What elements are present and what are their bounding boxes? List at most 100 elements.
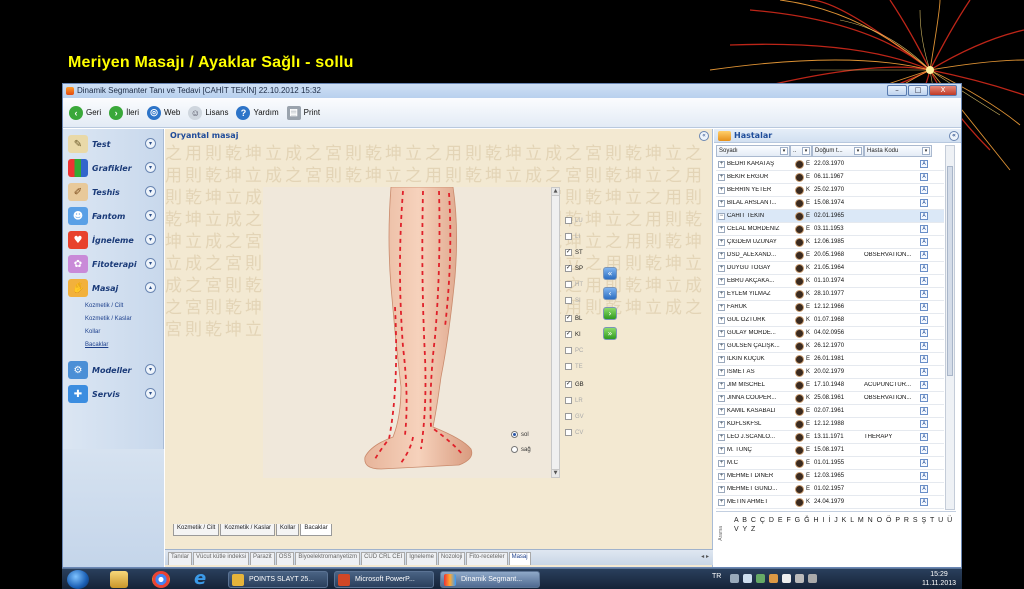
edit-row-icon[interactable]: A — [920, 394, 928, 402]
back-button[interactable]: ‹ Geri — [69, 105, 101, 120]
chevron-down-icon[interactable]: ▾ — [145, 388, 156, 399]
table-row[interactable]: + ÇİĞDEM UZUNAY K 12.06.1985 A — [716, 236, 944, 249]
table-row[interactable]: + JINNA COUPER... K 25.08.1961 OBSERVATION..… — [716, 392, 944, 405]
edit-row-icon[interactable]: A — [920, 212, 928, 220]
sidebar-item-modeller[interactable]: ⚙ Modeller ▾ — [65, 359, 162, 381]
antivirus-icon[interactable] — [743, 574, 752, 583]
minimize-button[interactable]: – — [887, 85, 907, 96]
side-option-sag[interactable]: sağ — [511, 446, 531, 453]
table-row[interactable]: + BERRİN YETER K 25.02.1970 A — [716, 184, 944, 197]
edit-row-icon[interactable]: A — [920, 160, 928, 168]
chevron-down-icon[interactable]: ▾ — [145, 162, 156, 173]
edit-row-icon[interactable]: A — [920, 173, 928, 181]
table-row[interactable]: + KDFLSKFSL E 12.12.1988 A — [716, 418, 944, 431]
flag-icon[interactable] — [782, 574, 791, 583]
table-row[interactable]: + FARUK E 12.12.1966 A — [716, 301, 944, 314]
forward-button[interactable]: › İleri — [109, 105, 139, 120]
table-row[interactable]: + MEHMET DİNER E 12.03.1965 A — [716, 470, 944, 483]
subtab-kollar[interactable]: Kollar — [276, 524, 300, 536]
subtab-bacaklar[interactable]: Bacaklar — [300, 524, 332, 536]
edit-row-icon[interactable]: A — [920, 472, 928, 480]
taskbar-button-points-slayt[interactable]: POINTS SLAYT 25... — [228, 571, 328, 588]
edit-row-icon[interactable]: A — [920, 264, 928, 272]
meridian-gb[interactable]: ✓ GB — [565, 381, 584, 388]
edit-row-icon[interactable]: A — [920, 303, 928, 311]
expand-row-icon[interactable]: + — [718, 173, 725, 181]
expand-row-icon[interactable]: + — [718, 446, 725, 454]
next-step-button[interactable]: › — [603, 307, 617, 320]
tab-scroll-arrows[interactable]: ◂ ▸ — [701, 553, 709, 560]
edit-row-icon[interactable]: A — [920, 199, 928, 207]
column-birthdate[interactable]: Doğum t... ▾ — [812, 145, 864, 157]
chevron-up-icon[interactable]: ▴ — [145, 282, 156, 293]
edit-row-icon[interactable]: A — [920, 342, 928, 350]
expand-row-icon[interactable]: + — [718, 498, 725, 506]
filter-dropdown-icon[interactable]: ▾ — [780, 147, 788, 155]
taskbar-button-dinamik-segmant[interactable]: Dinamik Segmant... — [440, 571, 540, 588]
expand-row-icon[interactable]: + — [718, 368, 725, 376]
expand-row-icon[interactable]: + — [718, 199, 725, 207]
chevron-down-icon[interactable]: ▾ — [145, 210, 156, 221]
meridian-ht[interactable]: HT — [565, 281, 583, 288]
tab-tanilar[interactable]: Tanılar — [168, 552, 193, 565]
help-button[interactable]: ? Yardım — [236, 105, 279, 120]
expand-row-icon[interactable]: + — [718, 290, 725, 298]
checkbox[interactable] — [565, 281, 572, 288]
edit-row-icon[interactable]: A — [920, 238, 928, 246]
checkbox[interactable] — [565, 429, 572, 436]
table-row[interactable]: + MEHMET GÜND... E 01.02.1957 A — [716, 483, 944, 496]
internet-explorer-icon[interactable]: e — [194, 570, 212, 588]
table-row[interactable]: + M. TUNÇ E 15.08.1971 A — [716, 444, 944, 457]
meridian-pc[interactable]: PC — [565, 347, 583, 354]
expand-row-icon[interactable]: + — [718, 394, 725, 402]
sidebar-item-masaj[interactable]: ✋ Masaj ▴ — [65, 277, 162, 299]
print-button[interactable]: ▤ Print — [286, 105, 320, 120]
tab-vucut-kutle-indeksi[interactable]: Vücut kütle indeksi — [193, 552, 250, 565]
tab-cud-crl-cei[interactable]: CUD CRL CEI — [361, 552, 406, 565]
expand-row-icon[interactable]: + — [718, 420, 725, 428]
edit-row-icon[interactable]: A — [920, 290, 928, 298]
chrome-icon[interactable] — [152, 571, 170, 588]
meridian-st[interactable]: ✓ ST — [565, 249, 583, 256]
meridian-si[interactable]: SI — [565, 297, 581, 304]
checkbox-checked[interactable]: ✓ — [565, 315, 572, 322]
expand-row-icon[interactable]: + — [718, 277, 725, 285]
display-icon[interactable] — [808, 574, 817, 583]
expand-row-icon[interactable]: + — [718, 342, 725, 350]
checkbox[interactable] — [565, 347, 572, 354]
table-row[interactable]: + DSD_ALEXAND... E 20.05.1968 OBSERVATION...… — [716, 249, 944, 262]
side-option-sol[interactable]: sol — [511, 431, 529, 438]
expand-row-icon[interactable]: + — [718, 251, 725, 259]
checkbox[interactable] — [565, 217, 572, 224]
table-row[interactable]: + BEKİR ERGÜR E 06.11.1967 A — [716, 171, 944, 184]
edit-row-icon[interactable]: A — [920, 316, 928, 324]
meridian-te[interactable]: TE — [565, 363, 583, 370]
table-row[interactable]: + JIM MISCHEL E 17.10.1948 ACUPUNCTUR... A — [716, 379, 944, 392]
sidebar-item-servis[interactable]: ✚ Servis ▾ — [65, 383, 162, 405]
speaker-icon[interactable] — [795, 574, 804, 583]
table-row[interactable]: + DUYGU TOGAY K 21.05.1964 A — [716, 262, 944, 275]
table-row[interactable]: + GÜLAY MORDE... K 04.02.0956 A — [716, 327, 944, 340]
checkbox-checked[interactable]: ✓ — [565, 249, 572, 256]
radio-selected[interactable] — [511, 431, 518, 438]
expand-row-icon[interactable]: + — [718, 355, 725, 363]
column-sex[interactable]: .. ▾ — [790, 145, 812, 157]
meridian-sp[interactable]: ✓ SP — [565, 265, 583, 272]
scroll-up-icon[interactable]: ▲ — [552, 188, 559, 196]
taskbar-button-powerpoint[interactable]: Microsoft PowerP... — [334, 571, 434, 588]
checkbox-checked[interactable]: ✓ — [565, 331, 572, 338]
checkbox-checked[interactable]: ✓ — [565, 265, 572, 272]
rewind-button[interactable]: « — [603, 267, 617, 280]
meridian-bl[interactable]: ✓ BL — [565, 315, 582, 322]
expand-row-icon[interactable]: + — [718, 407, 725, 415]
checkbox-checked[interactable]: ✓ — [565, 381, 572, 388]
fast-forward-button[interactable]: » — [603, 327, 617, 340]
edit-row-icon[interactable]: A — [920, 277, 928, 285]
filter-dropdown-icon[interactable]: ▾ — [854, 147, 862, 155]
edit-row-icon[interactable]: A — [920, 368, 928, 376]
table-row[interactable]: − CAHİT TEKİN E 02.01.1965 A — [716, 210, 944, 223]
checkbox[interactable] — [565, 297, 572, 304]
sidebar-item-teshis[interactable]: ✐ Teshis ▾ — [65, 181, 162, 203]
sidebar-item-igneleme[interactable]: ♥ İgneleme ▾ — [65, 229, 162, 251]
chevron-down-icon[interactable]: ▾ — [145, 138, 156, 149]
